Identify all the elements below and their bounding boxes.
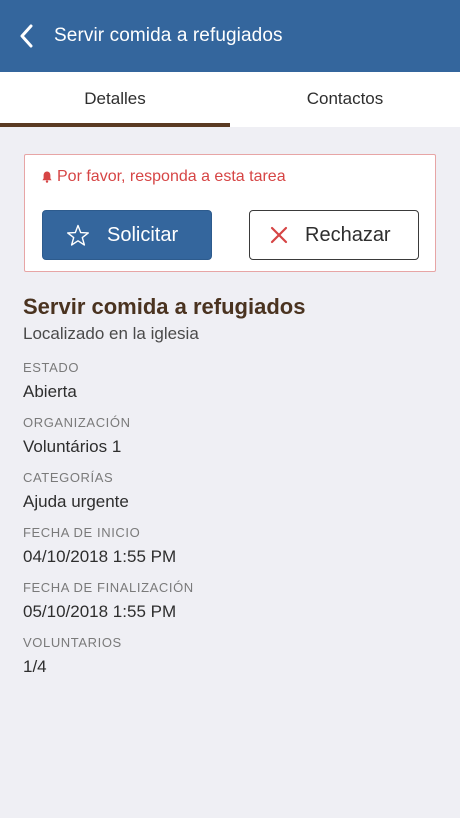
field-categorias: CATEGORÍAS Ajuda urgente [23,470,129,514]
star-outline-icon [66,224,90,247]
field-value: Abierta [23,382,77,401]
field-value: 04/10/2018 1:55 PM [23,547,177,566]
close-icon [270,226,288,244]
field-voluntarios: VOLUNTARIOS 1/4 [23,635,122,679]
alert-message-text: Por favor, responda a esta tarea [57,168,286,185]
tab-bar: Detalles Contactos [0,72,460,127]
field-value: 05/10/2018 1:55 PM [23,602,177,621]
back-button[interactable] [2,0,50,72]
task-title: Servir comida a refugiados [23,294,306,319]
claim-button-label: Solicitar [107,223,179,246]
navigation-bar: Servir comida a refugiados [0,0,460,72]
task-location: Localizado en la iglesia [23,324,199,343]
field-fecha-inicio: FECHA DE INICIO 04/10/2018 1:55 PM [23,525,176,569]
alert-message: Por favor, responda a esta tarea [42,168,286,186]
field-estado: ESTADO Abierta [23,360,79,404]
page-title: Servir comida a refugiados [54,25,283,46]
field-value: Voluntários 1 [23,437,122,456]
tab-contactos[interactable]: Contactos [230,72,460,127]
field-label: FECHA DE FINALIZACIÓN [23,580,194,595]
response-alert-card: Por favor, responda a esta tarea Solicit… [24,154,436,272]
reject-button[interactable]: Rechazar [249,210,419,260]
field-label: ORGANIZACIÓN [23,415,131,430]
field-label: FECHA DE INICIO [23,525,141,540]
field-label: CATEGORÍAS [23,470,114,485]
field-organizacion: ORGANIZACIÓN Voluntários 1 [23,415,131,459]
bell-icon [42,171,52,183]
chevron-left-icon [20,24,33,48]
field-label: VOLUNTARIOS [23,635,122,650]
claim-button[interactable]: Solicitar [42,210,212,260]
reject-button-label: Rechazar [305,223,391,246]
field-value: Ajuda urgente [23,492,129,511]
tab-detalles[interactable]: Detalles [0,72,230,127]
field-fecha-finalizacion: FECHA DE FINALIZACIÓN 05/10/2018 1:55 PM [23,580,194,624]
field-label: ESTADO [23,360,80,375]
field-value: 1/4 [23,657,47,676]
task-header: Servir comida a refugiados Localizado en… [23,292,438,345]
